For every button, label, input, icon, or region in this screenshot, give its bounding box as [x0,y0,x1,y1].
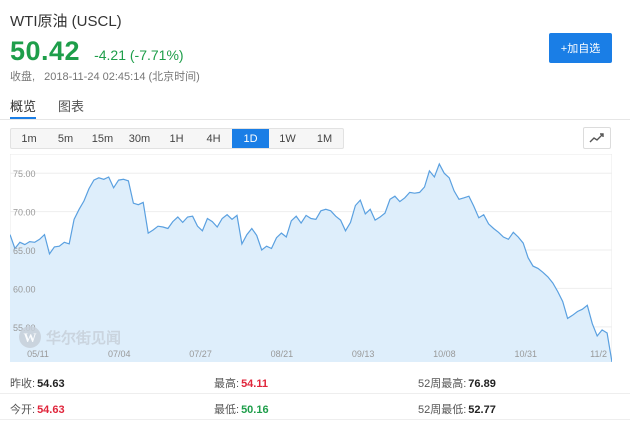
stat-open: 今开: 54.63 [10,401,65,417]
price-chart[interactable]: 55.0060.0065.0070.0075.00 05/1107/0407/2… [10,154,612,362]
stat-label: 最高: [214,378,240,390]
price-row: 50.42 -4.21 (-7.71%) [10,36,184,67]
close-time: 2018-11-24 02:45:14 (北京时间) [44,71,200,83]
watermark: W 华尔街见闻 [19,326,121,348]
add-to-watchlist-button[interactable]: +加自选 [549,33,612,63]
line-chart-icon [589,133,604,143]
stats-row: 昨收: 54.63 最高: 54.11 52周最高: 76.89 [0,368,630,394]
stat-label: 52周最高: [418,378,467,390]
stat-value: 54.63 [37,378,65,390]
y-tick-label: 75.00 [13,169,36,179]
stat-label: 今开: [10,404,36,416]
stat-value: 52.77 [468,404,496,416]
last-price: 50.42 [10,36,81,66]
watermark-logo-letter: W [24,330,37,345]
x-tick-label: 11/2 [590,349,607,359]
tab-overview[interactable]: 概览 [10,96,37,119]
price-change: -4.21 (-7.71%) [94,47,184,63]
y-tick-label: 70.00 [13,208,36,218]
instrument-title: WTI原油 (USCL) [10,13,122,30]
x-tick-label: 09/13 [352,349,375,359]
close-info: 收盘, 2018-11-24 02:45:14 (北京时间) [10,68,200,84]
watermark-text: 华尔街见闻 [46,329,121,347]
stat-value: 54.11 [241,378,268,390]
stat-label: 最低: [214,404,240,416]
range-1m-button[interactable]: 1m [11,129,47,148]
y-tick-label: 65.00 [13,246,36,256]
close-label: 收盘, [10,71,36,83]
range-1month-button[interactable]: 1M [306,129,343,148]
range-1h-button[interactable]: 1H [158,129,195,148]
time-range-selector: 1m 5m 15m 30m 1H 4H 1D 1W 1M [10,128,344,149]
stat-52w-low: 52周最低: 52.77 [418,401,496,417]
stat-value: 76.89 [468,378,496,390]
range-30m-button[interactable]: 30m [121,129,158,148]
x-tick-label: 10/08 [433,349,456,359]
range-1w-button[interactable]: 1W [269,129,306,148]
tab-chart[interactable]: 图表 [58,96,84,119]
y-tick-label: 60.00 [13,284,36,294]
chart-type-button[interactable] [583,127,611,149]
range-4h-button[interactable]: 4H [195,129,232,148]
x-tick-label: 07/04 [108,349,131,359]
x-tick-label: 07/27 [189,349,212,359]
stat-52w-high: 52周最高: 76.89 [418,375,496,391]
stat-prev-close: 昨收: 54.63 [10,375,65,391]
nav-tabs: 概览 图表 [0,96,630,120]
range-5m-button[interactable]: 5m [47,129,84,148]
stats-row: 今开: 54.63 最低: 50.16 52周最低: 52.77 [0,394,630,420]
stat-low: 最低: 50.16 [214,401,269,417]
stat-value: 50.16 [241,404,269,416]
stat-high: 最高: 54.11 [214,375,268,391]
x-tick-label: 05/11 [27,349,49,359]
x-tick-label: 10/31 [514,349,537,359]
range-1d-button[interactable]: 1D [232,129,269,148]
stat-value: 54.63 [37,404,65,416]
range-15m-button[interactable]: 15m [84,129,121,148]
stat-label: 昨收: [10,378,36,390]
x-tick-label: 08/21 [271,349,294,359]
stat-label: 52周最低: [418,404,467,416]
